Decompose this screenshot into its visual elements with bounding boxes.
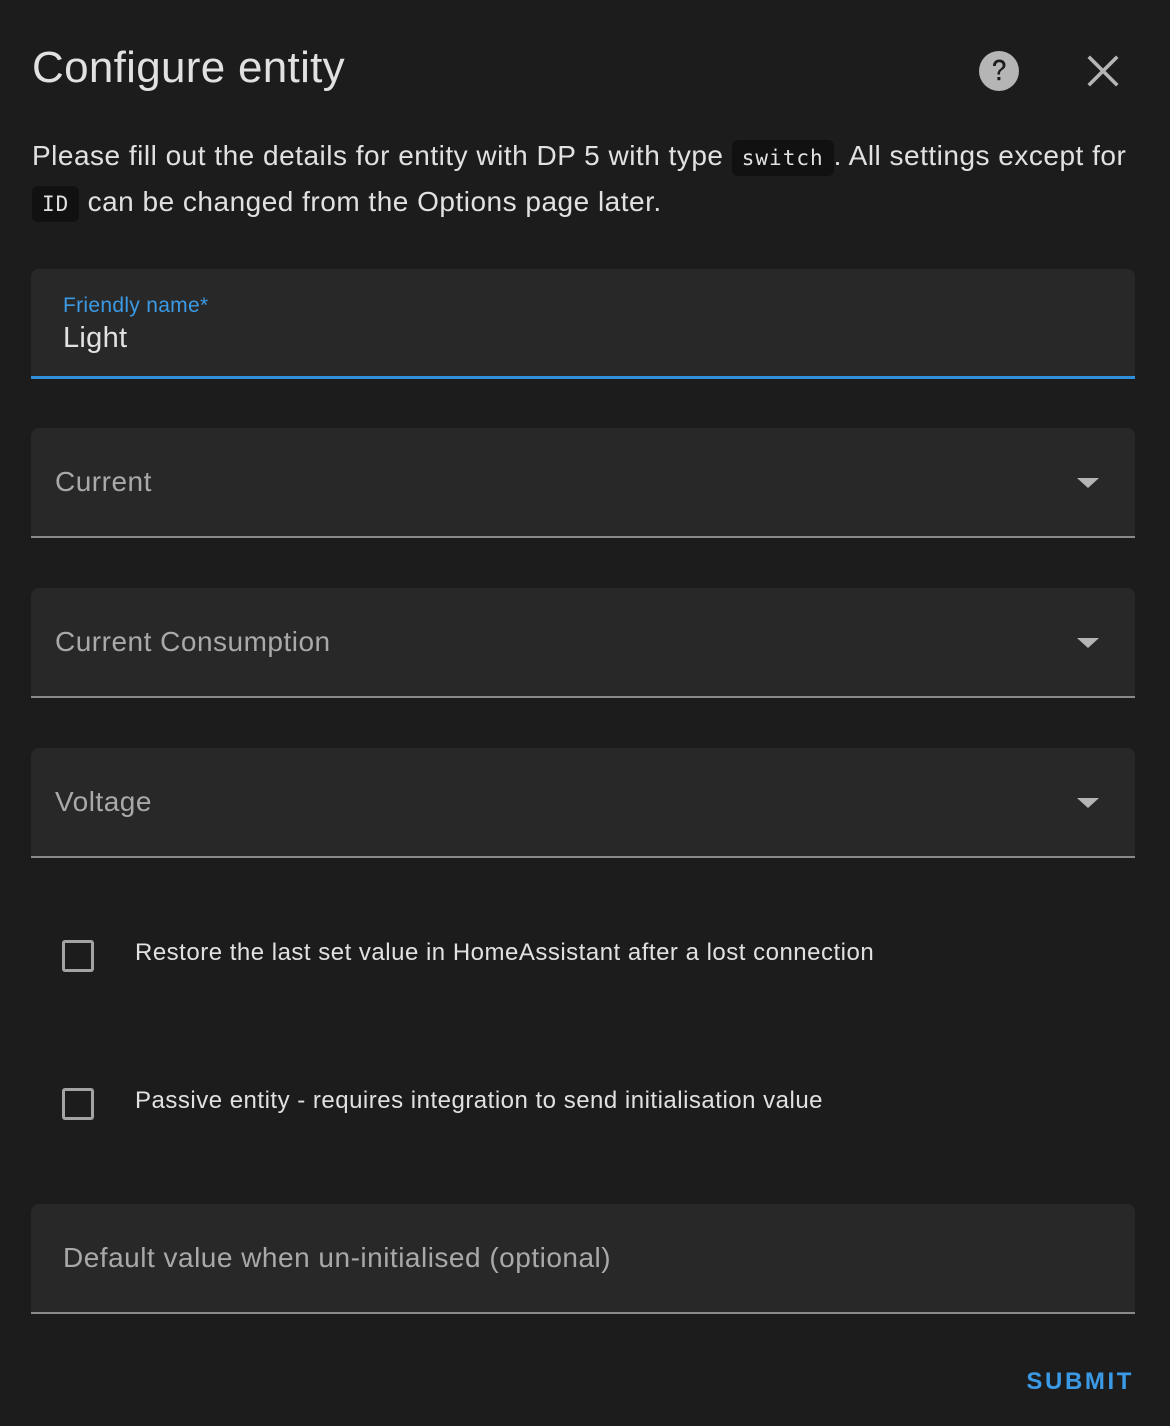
- close-button[interactable]: [1079, 47, 1127, 95]
- dropdown-arrow-icon: [1077, 478, 1099, 488]
- dropdown-arrow-icon: [1077, 798, 1099, 808]
- default-value-label: Default value when un-initialised (optio…: [63, 1242, 612, 1273]
- voltage-select[interactable]: Voltage: [31, 748, 1135, 858]
- help-circle-icon: [979, 51, 1019, 91]
- passive-entity-checkbox[interactable]: [62, 1088, 94, 1120]
- close-icon: [1087, 55, 1119, 87]
- friendly-name-input[interactable]: Light: [63, 322, 127, 355]
- dropdown-arrow-icon: [1077, 638, 1099, 648]
- submit-button[interactable]: SUBMIT: [1026, 1368, 1134, 1396]
- type-code: switch: [731, 140, 834, 176]
- dialog-title: Configure entity: [32, 43, 345, 92]
- passive-entity-label[interactable]: Passive entity - requires integration to…: [135, 1087, 823, 1115]
- description-text: can be changed from the Options page lat…: [79, 186, 662, 217]
- restore-on-reconnect-checkbox[interactable]: [62, 940, 94, 972]
- current-consumption-select-label: Current Consumption: [55, 626, 331, 657]
- restore-on-reconnect-label[interactable]: Restore the last set value in HomeAssist…: [135, 939, 874, 967]
- current-select[interactable]: Current: [31, 428, 1135, 538]
- description-text: Please fill out the details for entity w…: [32, 140, 732, 171]
- default-value-field[interactable]: Default value when un-initialised (optio…: [31, 1204, 1135, 1314]
- voltage-select-label: Voltage: [55, 786, 152, 817]
- current-consumption-select[interactable]: Current Consumption: [31, 588, 1135, 698]
- current-select-label: Current: [55, 466, 152, 497]
- configure-entity-dialog: Configure entity Please fill out the det…: [0, 0, 1170, 1426]
- passive-entity-row: Passive entity - requires integration to…: [60, 1086, 1140, 1126]
- id-code: ID: [32, 186, 80, 222]
- friendly-name-label: Friendly name*: [63, 294, 209, 317]
- restore-on-reconnect-row: Restore the last set value in HomeAssist…: [60, 938, 1140, 978]
- description-text: . All settings except for: [833, 140, 1127, 171]
- help-button[interactable]: [975, 47, 1023, 95]
- friendly-name-field[interactable]: Friendly name* Light: [31, 269, 1135, 379]
- dialog-description: Please fill out the details for entity w…: [32, 134, 1142, 226]
